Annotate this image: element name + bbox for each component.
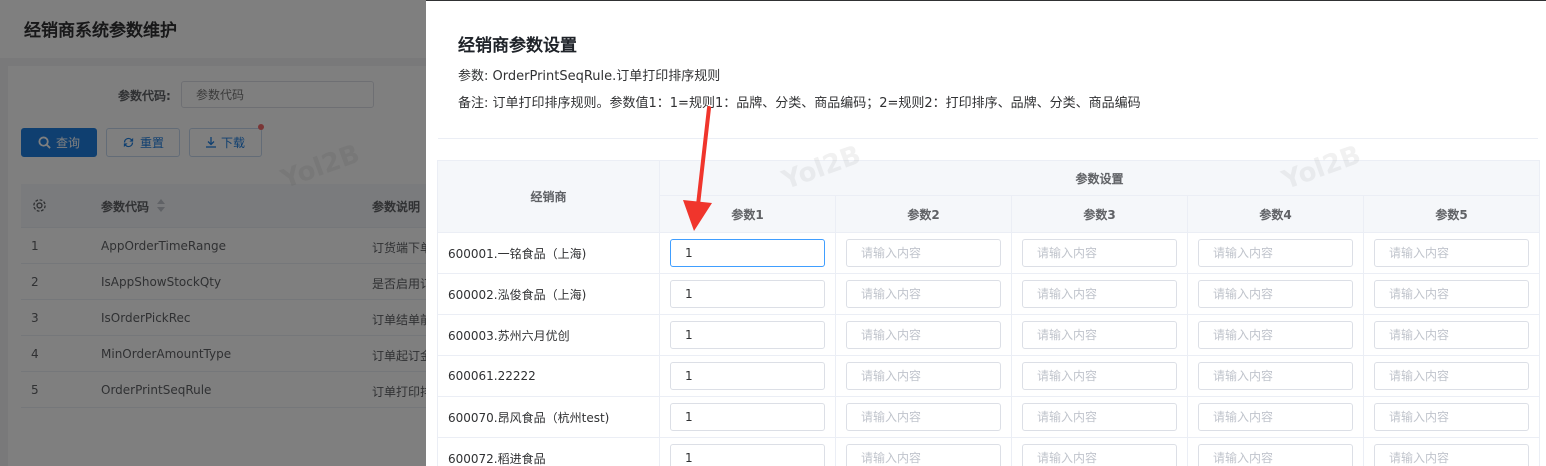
param-note: 备注: 订单打印排序规则。参数值1：1=规则1：品牌、分类、商品编码；2=规则2… [458,96,1141,111]
column-header-param3: 参数3 [1012,196,1188,232]
param3-input[interactable] [1022,403,1177,431]
param5-input[interactable] [1374,444,1529,466]
param3-input[interactable] [1022,280,1177,308]
column-header-param4: 参数4 [1188,196,1364,232]
param1-input[interactable] [670,239,825,267]
param3-input[interactable] [1022,321,1177,349]
drawer-title: 经销商参数设置 [458,36,577,56]
table-row: 600070.昂风食品（杭州test) [438,397,1540,438]
param5-input[interactable] [1374,321,1529,349]
param5-input[interactable] [1374,239,1529,267]
table-row: 600061.22222 [438,356,1540,397]
param1-input[interactable] [670,280,825,308]
param4-input[interactable] [1198,280,1353,308]
table-header: 经销商 参数设置 参数1 参数2 参数3 参数4 参数5 [438,161,1540,233]
dealer-name: 600061.22222 [438,356,660,396]
param2-input[interactable] [846,321,1001,349]
param2-input[interactable] [846,239,1001,267]
dealer-name: 600003.苏州六月优创 [438,315,660,355]
param4-input[interactable] [1198,403,1353,431]
table-row: 600003.苏州六月优创 [438,315,1540,356]
param-info: 参数: OrderPrintSeqRule.订单打印排序规则 [458,69,721,84]
param1-input[interactable] [670,444,825,466]
param4-input[interactable] [1198,444,1353,466]
param1-input[interactable] [670,403,825,431]
dealer-name: 600001.一铭食品（上海) [438,233,660,273]
param1-input[interactable] [670,321,825,349]
param4-input[interactable] [1198,362,1353,390]
param-settings-table: 经销商 参数设置 参数1 参数2 参数3 参数4 参数5 600001.一铭食品… [437,160,1540,466]
param2-input[interactable] [846,403,1001,431]
param2-input[interactable] [846,444,1001,466]
page: 经销商系统参数维护 参数代码: 查询 重置 下载 参数代码 参数说明 1 App… [0,0,1546,466]
param5-input[interactable] [1374,280,1529,308]
param3-input[interactable] [1022,362,1177,390]
table-row: 600002.泓俊食品（上海) [438,274,1540,315]
param3-input[interactable] [1022,444,1177,466]
param2-input[interactable] [846,280,1001,308]
divider [438,138,1538,139]
dealer-name: 600002.泓俊食品（上海) [438,274,660,314]
param4-input[interactable] [1198,239,1353,267]
param1-input[interactable] [670,362,825,390]
param-settings-drawer: 经销商参数设置 参数: OrderPrintSeqRule.订单打印排序规则 备… [426,0,1546,466]
column-header-param5: 参数5 [1364,196,1540,232]
table-row: 600072.稻进食品 [438,438,1540,466]
column-group-header: 参数设置 [660,161,1540,196]
column-header-param2: 参数2 [836,196,1012,232]
column-header-param1: 参数1 [660,196,836,232]
dealer-name: 600072.稻进食品 [438,438,660,466]
param4-input[interactable] [1198,321,1353,349]
param5-input[interactable] [1374,362,1529,390]
table-row: 600001.一铭食品（上海) [438,233,1540,274]
dealer-name: 600070.昂风食品（杭州test) [438,397,660,437]
param3-input[interactable] [1022,239,1177,267]
param5-input[interactable] [1374,403,1529,431]
column-header-dealer: 经销商 [438,161,660,232]
param2-input[interactable] [846,362,1001,390]
